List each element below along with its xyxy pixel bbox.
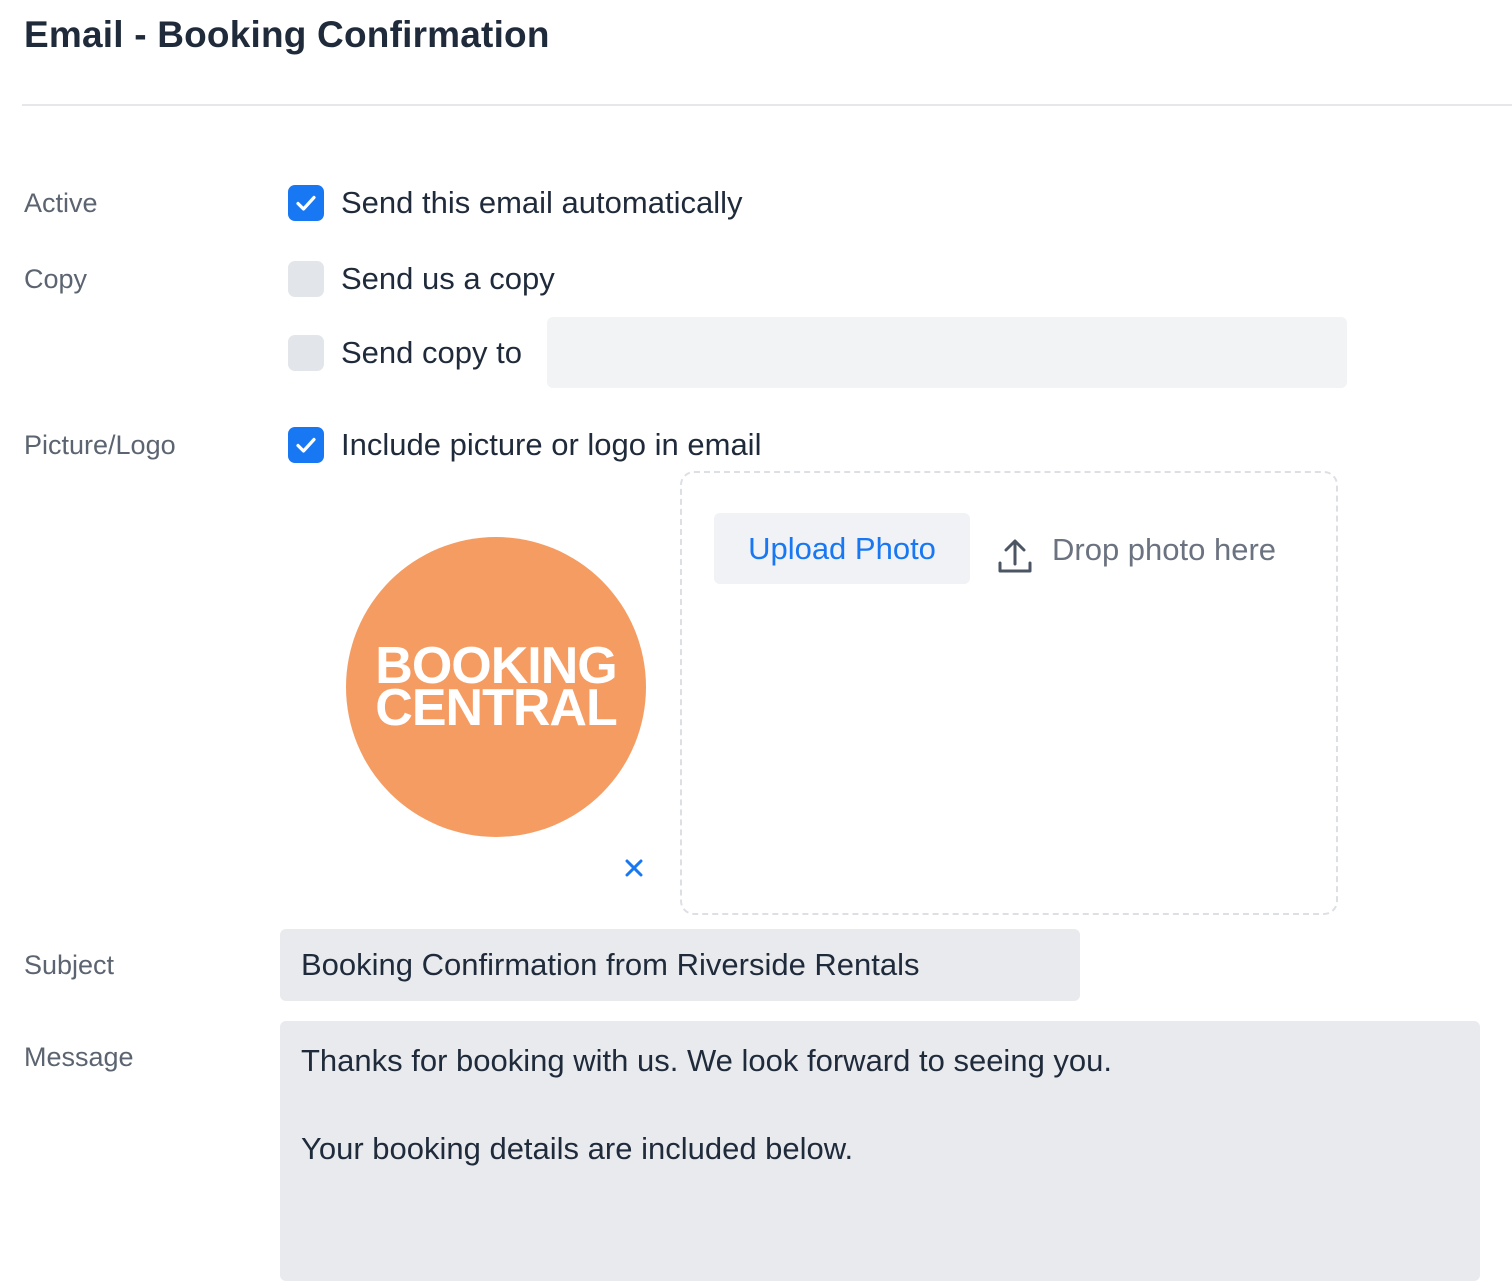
include-picture-label[interactable]: Include picture or logo in email bbox=[341, 427, 761, 463]
include-picture-checkbox[interactable] bbox=[288, 427, 324, 463]
checkmark-icon bbox=[296, 195, 316, 211]
logo-text-line2: CENTRAL bbox=[375, 679, 617, 737]
upload-icon bbox=[997, 535, 1033, 575]
send-copy-to-checkbox[interactable] bbox=[288, 335, 324, 371]
message-label: Message bbox=[24, 1042, 134, 1072]
logo-text: BOOKING CENTRAL bbox=[346, 640, 646, 737]
upload-photo-button[interactable]: Upload Photo bbox=[714, 513, 970, 584]
close-icon bbox=[625, 859, 643, 877]
picture-logo-label: Picture/Logo bbox=[24, 430, 176, 460]
remove-photo-button[interactable] bbox=[622, 856, 646, 880]
subject-label: Subject bbox=[24, 950, 115, 980]
header-divider bbox=[22, 104, 1512, 106]
send-copy-to-email-input[interactable] bbox=[547, 317, 1347, 388]
active-checkbox-label[interactable]: Send this email automatically bbox=[341, 185, 742, 221]
send-us-copy-label[interactable]: Send us a copy bbox=[341, 261, 555, 297]
send-copy-to-label[interactable]: Send copy to bbox=[341, 335, 522, 371]
page-title: Email - Booking Confirmation bbox=[24, 14, 550, 55]
message-line bbox=[301, 1083, 1459, 1127]
message-textarea[interactable]: Thanks for booking with us. We look forw… bbox=[280, 1021, 1480, 1281]
drop-photo-text: Drop photo here bbox=[1052, 532, 1277, 567]
message-line: Thanks for booking with us. We look forw… bbox=[301, 1043, 1113, 1078]
active-checkbox[interactable] bbox=[288, 185, 324, 221]
copy-label: Copy bbox=[24, 264, 88, 294]
send-us-copy-checkbox[interactable] bbox=[288, 261, 324, 297]
subject-input[interactable]: Booking Confirmation from Riverside Rent… bbox=[280, 929, 1080, 1001]
active-label: Active bbox=[24, 188, 98, 218]
checkmark-icon bbox=[296, 437, 316, 453]
message-line: Your booking details are included below. bbox=[301, 1131, 854, 1166]
